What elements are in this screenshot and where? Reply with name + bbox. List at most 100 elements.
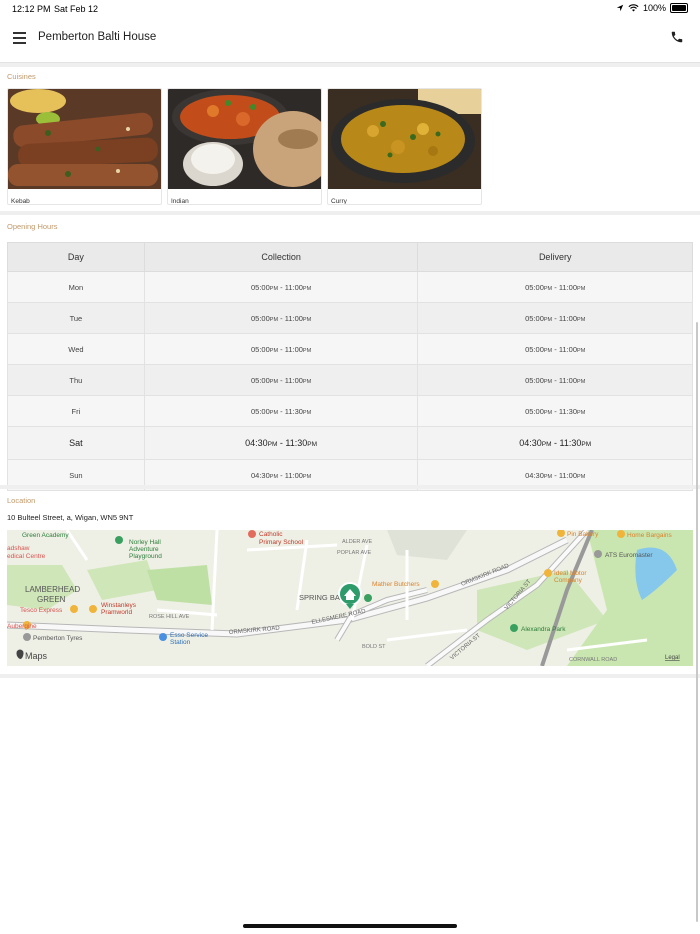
time-ampm: PM	[269, 473, 279, 480]
time-ampm: PM	[543, 409, 553, 416]
maps-brand: Maps	[25, 651, 48, 661]
delivery-cell: 05:00PM - 11:00PM	[417, 302, 693, 334]
page-title: Pemberton Balti House	[38, 31, 157, 43]
map-label: BOLD ST	[362, 644, 386, 650]
time-ampm: PM	[269, 347, 279, 354]
time-value: 11:00	[558, 282, 578, 292]
collection-cell: 05:00PM - 11:00PM	[143, 364, 419, 396]
curry-image	[328, 89, 481, 189]
day-cell: Sat	[7, 426, 145, 460]
map-label: Playground	[129, 553, 162, 560]
time-value: 11:00	[284, 344, 303, 354]
time-value: 04:30	[245, 438, 268, 448]
map-label: POPLAR AVE	[337, 550, 371, 556]
map-label: Adventure	[129, 546, 159, 553]
time-value: 05:00	[251, 344, 270, 354]
map-label: Winstanleys	[101, 602, 137, 609]
cuisines-heading: Cuisines	[7, 72, 36, 81]
time-value: 05:00	[525, 375, 544, 385]
time-ampm: PM	[267, 441, 278, 448]
status-time: 12:12 PM	[12, 4, 51, 14]
location-map[interactable]: Green Academy adshaw edical Centre Catho…	[7, 530, 693, 666]
phone-icon[interactable]	[670, 30, 684, 44]
time-ampm: PM	[543, 473, 553, 480]
battery-percent: 100%	[642, 3, 666, 13]
collection-cell: 05:00PM - 11:00PM	[143, 333, 419, 365]
map-label: Mather Butchers	[372, 581, 420, 588]
time-ampm: PM	[302, 378, 312, 385]
home-indicator[interactable]	[243, 924, 457, 928]
time-value: 05:00	[251, 313, 270, 323]
indian-image	[168, 89, 321, 189]
column-header-day: Day	[7, 242, 145, 272]
cuisine-name: Curry	[331, 198, 347, 205]
time-value: 05:00	[251, 375, 270, 385]
time-ampm: PM	[577, 409, 586, 416]
table-row: Sat 04:30PM - 11:30PM 04:30PM - 11:30PM	[7, 426, 693, 460]
map-label: Pramworld	[101, 609, 132, 616]
cuisine-card-curry[interactable]: Curry	[327, 88, 482, 205]
time-value: 11:00	[558, 344, 578, 354]
map-label: LAMBERHEAD	[25, 585, 80, 594]
day-cell: Mon	[7, 271, 145, 303]
cuisine-list: Kebab Indian Curry	[7, 88, 482, 205]
map-label: edical Centre	[7, 553, 46, 560]
collection-cell: 04:30PM - 11:30PM	[143, 426, 419, 460]
status-date: Sat Feb 12	[54, 4, 99, 14]
time-value: 11:30	[559, 438, 582, 448]
map-label: adshaw	[7, 545, 30, 552]
map-label: Home Bargains	[627, 532, 673, 539]
map-label: GREEN	[37, 595, 66, 604]
time-value: 11:30	[285, 438, 308, 448]
time-ampm: PM	[543, 316, 553, 323]
map-label: SPRING BA	[299, 593, 340, 602]
map-legal-link[interactable]: Legal	[665, 655, 680, 661]
location-arrow-icon	[616, 4, 624, 12]
time-value: 11:00	[284, 470, 303, 480]
cuisine-card-kebab[interactable]: Kebab	[7, 88, 162, 205]
cuisine-name: Kebab	[11, 198, 30, 205]
time-ampm: PM	[302, 316, 312, 323]
map-label: Pemberton Tyres	[33, 635, 83, 642]
time-ampm: PM	[302, 347, 312, 354]
map-label: Alexandra Park	[521, 626, 566, 633]
column-header-delivery: Delivery	[417, 242, 693, 272]
time-value: 05:00	[251, 282, 270, 292]
time-value: 11:30	[558, 406, 578, 416]
map-label: ATS Euromaster	[605, 552, 653, 559]
battery-icon	[670, 3, 688, 13]
column-header-collection: Collection	[143, 242, 419, 272]
map-canvas[interactable]: Green Academy adshaw edical Centre Catho…	[7, 530, 693, 666]
time-value: 05:00	[525, 344, 544, 354]
opening-hours-table: Day Collection Delivery Mon 05:00PM - 11:…	[7, 242, 693, 491]
map-label: Esso Service	[170, 632, 208, 639]
time-ampm: PM	[302, 409, 312, 416]
time-value: 04:30	[251, 470, 270, 480]
delivery-cell: 05:00PM - 11:00PM	[417, 271, 693, 303]
time-ampm: PM	[302, 285, 312, 292]
table-row: Fri 05:00PM - 11:30PM 05:00PM - 11:30PM	[7, 395, 693, 427]
collection-cell: 05:00PM - 11:30PM	[143, 395, 419, 427]
time-value: 05:00	[525, 282, 544, 292]
table-header-row: Day Collection Delivery	[7, 242, 693, 272]
table-row: Thu 05:00PM - 11:00PM 05:00PM - 11:00PM	[7, 364, 693, 396]
map-label: ROSE HILL AVE	[149, 614, 190, 620]
scrollbar[interactable]	[696, 322, 698, 922]
time-value: 05:00	[525, 313, 544, 323]
map-label: ALDER AVE	[342, 539, 372, 545]
cuisine-card-indian[interactable]: Indian	[167, 88, 322, 205]
hamburger-icon[interactable]	[13, 32, 26, 44]
map-label: Station	[170, 639, 191, 646]
time-value: 11:00	[284, 282, 303, 292]
delivery-cell: 05:00PM - 11:00PM	[417, 364, 693, 396]
time-ampm: PM	[541, 441, 552, 448]
time-ampm: PM	[577, 347, 586, 354]
time-ampm: PM	[307, 441, 318, 448]
delivery-cell: 05:00PM - 11:30PM	[417, 395, 693, 427]
day-cell: Fri	[7, 395, 145, 427]
time-ampm: PM	[302, 473, 312, 480]
delivery-cell: 04:30PM - 11:30PM	[417, 426, 693, 460]
time-value: 04:30	[525, 470, 544, 480]
restaurant-address: 10 Bulteel Street, a, Wigan, WN5 9NT	[7, 513, 134, 522]
section-divider	[0, 211, 700, 215]
